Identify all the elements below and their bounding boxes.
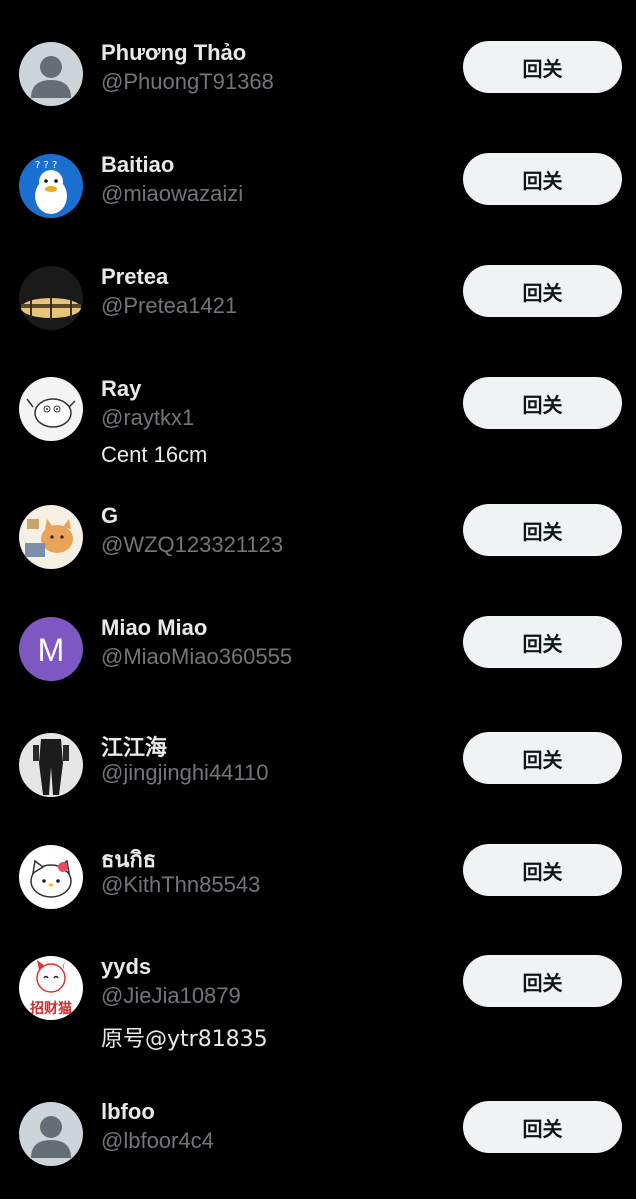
user-name[interactable]: G	[101, 503, 118, 529]
user-name[interactable]: Baitiao	[101, 152, 174, 178]
follow-back-button[interactable]: 回关	[463, 153, 622, 205]
follow-back-button[interactable]: 回关	[463, 504, 622, 556]
follow-back-button[interactable]: 回关	[463, 844, 622, 896]
follow-back-button[interactable]: 回关	[463, 265, 622, 317]
lucky-cat-avatar[interactable]: 招财猫	[19, 956, 83, 1020]
letter-m-avatar[interactable]: M	[19, 617, 83, 681]
user-name[interactable]: lbfoo	[101, 1099, 155, 1125]
user-handle: @jingjinghi44110	[101, 760, 269, 785]
user-handle: @MiaoMiao360555	[101, 644, 293, 669]
user-bio: Cent 16cm	[101, 442, 208, 467]
user-handle: @lbfoor4c4	[101, 1128, 214, 1153]
user-handle: @miaowazaizi	[101, 181, 244, 206]
user-name[interactable]: Pretea	[101, 264, 168, 290]
user-handle: @Pretea1421	[101, 293, 238, 318]
user-handle: @JieJia10879	[101, 983, 241, 1008]
user-name[interactable]: Phương Thảo	[101, 40, 246, 66]
default-avatar-icon[interactable]	[19, 42, 83, 106]
follow-back-button[interactable]: 回关	[463, 377, 622, 429]
user-name[interactable]: yyds	[101, 954, 151, 980]
lucky-cat-text: 招财猫	[30, 1000, 72, 1017]
lamp-avatar[interactable]	[19, 266, 83, 330]
svg-text:? ? ?: ? ? ?	[35, 160, 57, 171]
user-handle: @WZQ123321123	[101, 532, 284, 557]
follow-back-button[interactable]: 回关	[463, 616, 622, 668]
user-name[interactable]: Miao Miao	[101, 615, 207, 641]
follow-back-button[interactable]: 回关	[463, 1101, 622, 1153]
cat-avatar[interactable]	[19, 505, 83, 569]
default-avatar-icon[interactable]	[19, 1102, 83, 1166]
duck-avatar[interactable]: ? ? ?	[19, 154, 83, 218]
avatar-letter: M	[38, 632, 65, 668]
hello-kitty-avatar[interactable]	[19, 845, 83, 909]
user-handle: @KithThn85543	[101, 872, 261, 897]
user-name[interactable]: 江江海	[101, 730, 167, 762]
follow-back-button[interactable]: 回关	[463, 955, 622, 1007]
user-handle: @PhuongT91368	[101, 69, 274, 94]
person-photo-avatar[interactable]	[19, 733, 83, 797]
follow-back-button[interactable]: 回关	[463, 41, 622, 93]
sketch-animal-avatar[interactable]	[19, 377, 83, 441]
user-name[interactable]: Ray	[101, 376, 141, 402]
user-bio: 原号@ytr81835	[101, 1027, 268, 1052]
follow-back-button[interactable]: 回关	[463, 732, 622, 784]
user-handle: @raytkx1	[101, 405, 195, 430]
